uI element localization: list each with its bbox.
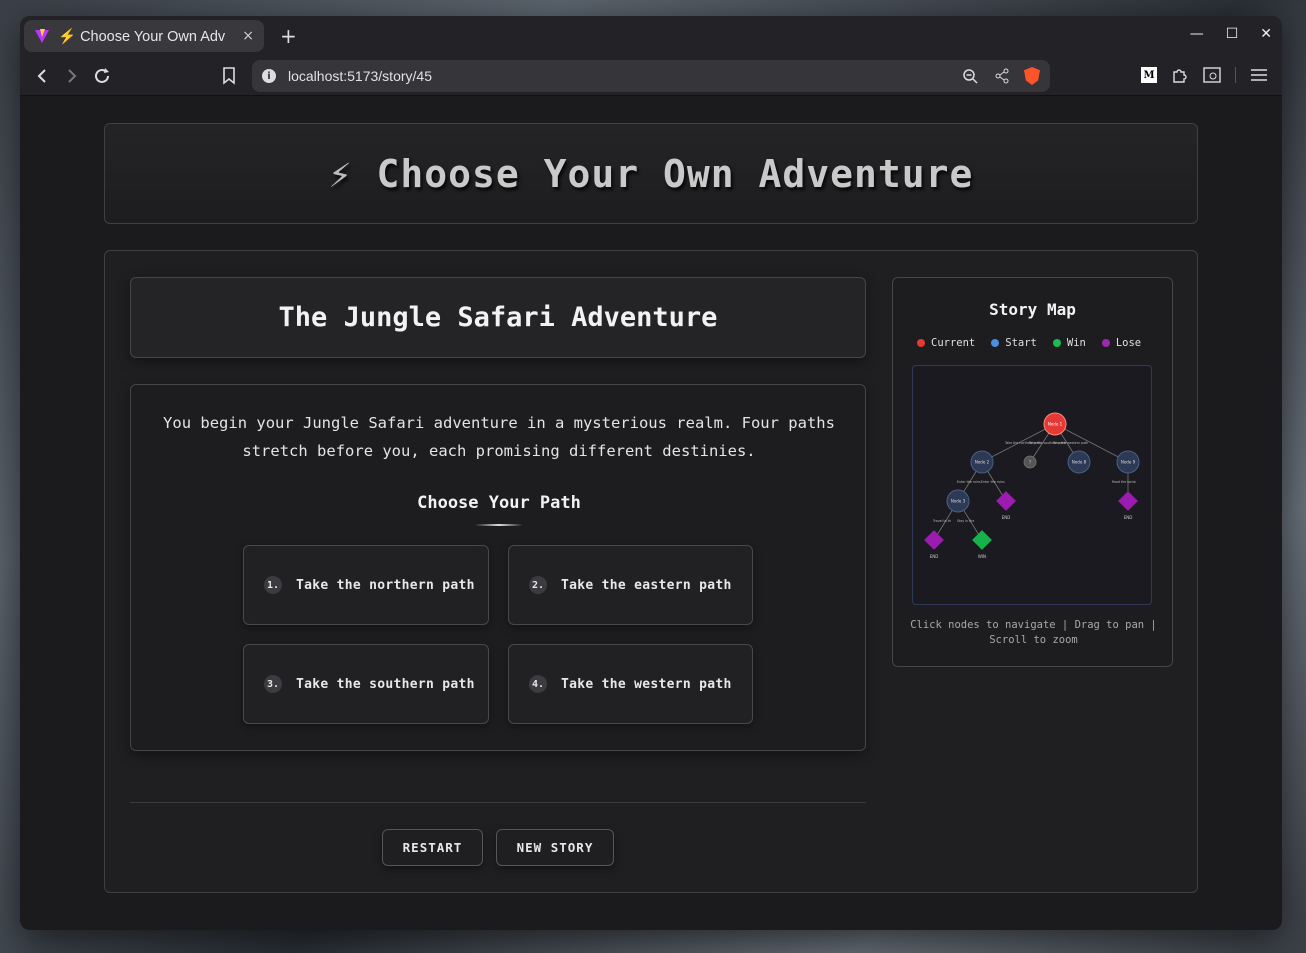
- node-current[interactable]: Node 1: [1043, 412, 1067, 436]
- extensions-area: M: [1141, 66, 1268, 84]
- story-map-title: Story Map: [989, 300, 1076, 319]
- edge-label: Stay in the: [957, 519, 974, 523]
- tab-close-icon[interactable]: ×: [242, 28, 254, 44]
- lose-dot-icon: [1101, 339, 1110, 347]
- choice-number-badge: 3.: [264, 675, 282, 693]
- map-hint: Click nodes to navigate | Drag to pan | …: [910, 619, 1157, 646]
- story-map-canvas[interactable]: Take the northern path Take the southern…: [912, 365, 1152, 605]
- svg-text:Node 9: Node 9: [1121, 460, 1136, 465]
- choice-number-badge: 1.: [264, 576, 282, 594]
- node-story[interactable]: Node 8: [1067, 450, 1091, 474]
- bookmark-icon[interactable]: [222, 67, 236, 85]
- choice-label: Take the northern path: [296, 577, 475, 593]
- zoom-out-icon[interactable]: [962, 68, 978, 84]
- restart-button[interactable]: RESTART: [382, 829, 483, 866]
- toolbar-separator: [1235, 67, 1236, 83]
- node-story[interactable]: Node 3: [946, 489, 970, 513]
- edge-label: Enter the ruins: [957, 480, 981, 484]
- choice-number-badge: 4.: [529, 675, 547, 693]
- choose-path-heading: Choose Your Path: [417, 493, 581, 513]
- new-tab-button[interactable]: +: [280, 24, 297, 48]
- win-dot-icon: [1052, 339, 1061, 347]
- legend-start: Start: [991, 337, 1037, 349]
- browser-window: ⚡ Choose Your Own Adv × + — ☐ ✕ i localh…: [20, 16, 1282, 930]
- reload-icon[interactable]: [93, 67, 111, 85]
- svg-text:WIN: WIN: [978, 554, 986, 559]
- story-narrative: You begin your Jungle Safari adventure i…: [163, 414, 835, 460]
- close-window-button[interactable]: ✕: [1260, 26, 1272, 42]
- new-story-button[interactable]: NEW STORY: [496, 829, 614, 866]
- address-bar[interactable]: i localhost:5173/story/45: [252, 60, 1050, 92]
- app-title-text: Choose Your Own Adventure: [376, 151, 974, 196]
- legend-win: Win: [1052, 337, 1086, 349]
- vite-logo-icon: [35, 29, 49, 43]
- menu-hamburger-icon[interactable]: [1250, 68, 1268, 82]
- svg-text:Node 8: Node 8: [1072, 460, 1087, 465]
- node-story[interactable]: Node 9: [1116, 450, 1140, 474]
- legend-label: Current: [931, 337, 976, 349]
- legend-current: Current: [917, 337, 975, 349]
- page-content: ⚡ Choose Your Own Adventure The Jungle Sa…: [20, 96, 1282, 930]
- window-controls: — ☐ ✕: [1190, 26, 1272, 42]
- svg-text:Node 1: Node 1: [1048, 422, 1063, 427]
- story-map-panel: Story Map Current Start Win Lose Take th…: [892, 277, 1173, 667]
- story-graph[interactable]: Take the northern path Take the southern…: [913, 366, 1151, 604]
- legend-label: Win: [1066, 337, 1086, 349]
- app-header: ⚡ Choose Your Own Adventure: [104, 123, 1198, 224]
- svg-text:END: END: [1124, 515, 1133, 520]
- section-divider: [130, 802, 866, 803]
- choice-label: Take the western path: [561, 676, 732, 692]
- choice-button-1[interactable]: 1. Take the northern path: [243, 545, 489, 625]
- legend-label: Lose: [1115, 337, 1142, 349]
- story-panel: The Jungle Safari Adventure You begin yo…: [104, 250, 1198, 893]
- edge-label: Travel to th: [932, 519, 951, 523]
- url-text[interactable]: localhost:5173/story/45: [288, 68, 946, 84]
- browser-toolbar: i localhost:5173/story/45 M: [20, 56, 1282, 96]
- node-story[interactable]: Node 2: [970, 450, 994, 474]
- svg-text:Node 2: Node 2: [975, 460, 990, 465]
- current-dot-icon: [917, 339, 925, 347]
- choice-button-4[interactable]: 4. Take the western path: [508, 644, 753, 724]
- node-lose[interactable]: END: [1118, 491, 1138, 520]
- share-icon[interactable]: [994, 68, 1010, 84]
- choice-button-2[interactable]: 2. Take the eastern path: [508, 545, 753, 625]
- node-win[interactable]: WIN: [972, 530, 992, 559]
- start-dot-icon: [991, 339, 1000, 347]
- node-lose[interactable]: END: [924, 530, 944, 559]
- story-title-card: The Jungle Safari Adventure: [130, 277, 866, 358]
- node-lose[interactable]: END: [996, 491, 1016, 520]
- brave-shield-icon[interactable]: [1024, 67, 1040, 85]
- edge-label: Take the western path: [1052, 441, 1088, 445]
- svg-text:END: END: [1002, 515, 1011, 520]
- site-info-icon[interactable]: i: [262, 69, 276, 83]
- legend-label: Start: [1005, 337, 1037, 349]
- tab-title: ⚡ Choose Your Own Adv: [58, 28, 226, 45]
- svg-text:END: END: [930, 554, 939, 559]
- browser-tab[interactable]: ⚡ Choose Your Own Adv ×: [24, 20, 264, 52]
- svg-text:Node 3: Node 3: [951, 499, 966, 504]
- back-arrow-icon[interactable]: [36, 68, 48, 84]
- app-title: ⚡ Choose Your Own Adventure: [329, 152, 974, 196]
- extensions-puzzle-icon[interactable]: [1171, 66, 1189, 84]
- choice-label: Take the eastern path: [561, 577, 732, 593]
- node-unknown[interactable]: ?: [1023, 455, 1037, 469]
- edge-label: Read the tomb: [1112, 480, 1136, 484]
- heading-underline: [475, 524, 523, 526]
- maximize-button[interactable]: ☐: [1226, 26, 1239, 42]
- story-title: The Jungle Safari Adventure: [278, 302, 718, 333]
- map-legend: Current Start Win Lose: [917, 337, 1141, 349]
- minimize-button[interactable]: —: [1190, 26, 1204, 42]
- forward-arrow-icon[interactable]: [66, 68, 78, 84]
- svg-text:?: ?: [1029, 460, 1031, 465]
- story-content-card: You begin your Jungle Safari adventure i…: [130, 384, 866, 751]
- choice-number-badge: 2.: [529, 576, 547, 594]
- legend-lose: Lose: [1101, 337, 1142, 349]
- choice-label: Take the southern path: [296, 676, 475, 692]
- edge-label: Enter the ruins: [981, 480, 1005, 484]
- choice-button-3[interactable]: 3. Take the southern path: [243, 644, 489, 724]
- tab-bar: ⚡ Choose Your Own Adv × + — ☐ ✕: [20, 16, 1282, 56]
- medium-extension-icon[interactable]: M: [1141, 67, 1157, 83]
- lightning-bolt-icon: ⚡: [328, 151, 353, 196]
- reader-mode-icon[interactable]: [1203, 67, 1221, 83]
